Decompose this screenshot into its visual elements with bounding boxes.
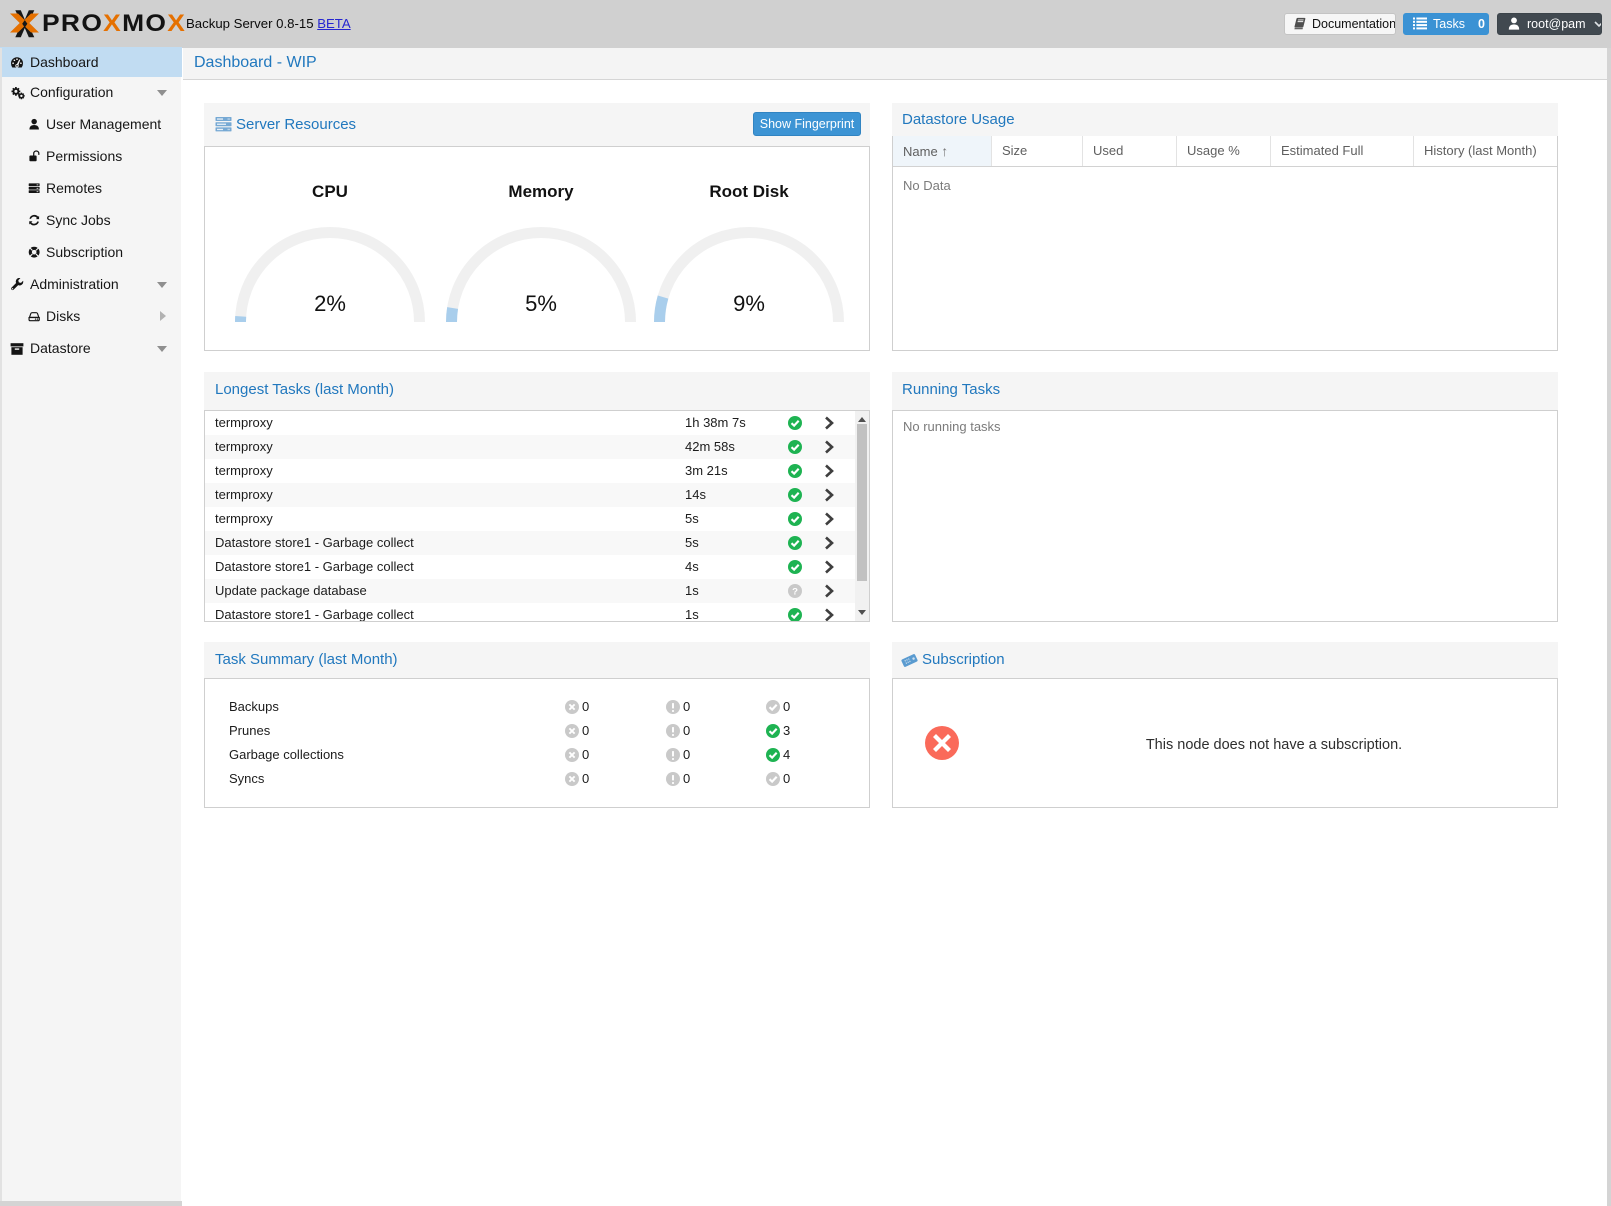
svg-text:?: ? bbox=[792, 587, 798, 598]
